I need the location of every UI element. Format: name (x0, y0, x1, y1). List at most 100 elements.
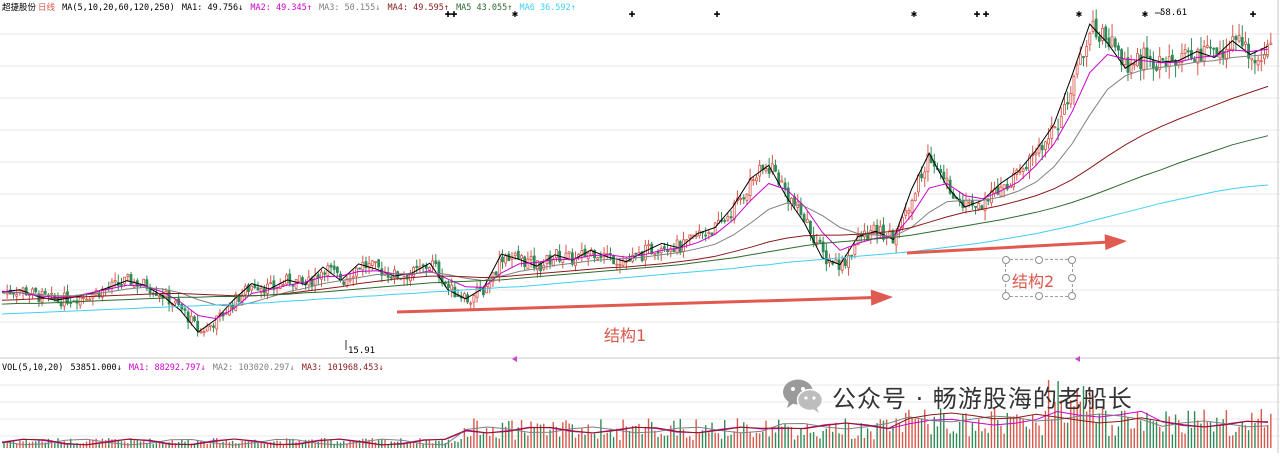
candle-body (1082, 56, 1085, 58)
candle-body (88, 298, 92, 301)
trend-arrow-structure1 (396, 289, 893, 314)
candle-body (434, 260, 438, 265)
candle-body (974, 205, 977, 208)
candle-body (361, 261, 365, 271)
ma-params: MA(5,10,20,60,120,250) (62, 3, 175, 13)
candle-body (1250, 57, 1254, 61)
candle-body (1066, 102, 1070, 105)
candle-body (69, 302, 73, 304)
vol-ma3: MA3: 101968.453↓ (301, 363, 384, 373)
candle-body (567, 251, 571, 254)
candle-body (1231, 36, 1235, 51)
resize-handle[interactable] (1068, 274, 1076, 282)
event-marker: ✚ (974, 10, 981, 19)
structure2-label[interactable]: 结构2 (1012, 268, 1054, 292)
candle-body (609, 253, 612, 255)
candle-body (507, 253, 511, 262)
candle-body (980, 205, 984, 210)
candle-body (472, 295, 476, 303)
candle-body (335, 266, 339, 273)
candle-body (710, 232, 714, 236)
resize-handle[interactable] (1035, 292, 1043, 300)
candle-body (199, 330, 203, 334)
candle-body (374, 261, 377, 264)
candle-body (675, 239, 679, 254)
candle-body (1056, 128, 1060, 131)
resize-handle[interactable] (1068, 292, 1076, 300)
resize-handle[interactable] (1002, 292, 1010, 300)
candle-body (1161, 58, 1165, 61)
candle-body (142, 278, 146, 286)
candle-body (1059, 116, 1063, 128)
candle-body (358, 267, 362, 270)
candle-body (751, 179, 755, 182)
candle-body (428, 267, 431, 271)
price-indicator-header: 超捷股份 日线 MA(5,10,20,60,120,250) MA1: 49.75… (2, 1, 578, 13)
candle-body (964, 199, 968, 207)
candle-body (370, 260, 374, 267)
candle-body (656, 251, 660, 254)
vol-params: VOL(5,10,20) (2, 363, 64, 373)
candle-body (516, 250, 520, 260)
candle-body (415, 265, 419, 269)
resize-handle[interactable] (1068, 256, 1076, 264)
candle-body (758, 164, 762, 177)
ma-line-ma5 (1, 135, 1269, 305)
candle-body (653, 252, 657, 256)
candle-body (1228, 48, 1231, 51)
candle-body (120, 283, 123, 286)
candle-body (529, 256, 533, 261)
candle-body (1171, 54, 1174, 61)
candle-body (1078, 53, 1082, 65)
candle-body (1075, 64, 1079, 75)
period-label[interactable]: 日线 (38, 3, 55, 13)
candle-body (329, 264, 333, 268)
candle-body (818, 239, 822, 243)
candle-body (443, 282, 447, 285)
candle-body (320, 271, 323, 280)
candle-body (1234, 36, 1238, 40)
candle-body (1094, 18, 1098, 38)
candle-body (555, 249, 558, 259)
candle-body (488, 283, 492, 289)
candle-body (501, 256, 504, 263)
candle-body (647, 244, 650, 247)
candle-body (85, 298, 88, 301)
candle-body (1253, 59, 1257, 64)
ma-line-ma2 (1, 48, 1269, 320)
candle-body (450, 284, 454, 291)
candle-body (904, 210, 908, 216)
ma1-value: MA1: 49.756↓ (181, 3, 244, 13)
candle-body (1088, 33, 1092, 46)
candle-body (1034, 152, 1038, 156)
candle-body (596, 257, 600, 260)
event-marker: ✱ (1142, 10, 1149, 19)
resize-handle[interactable] (1002, 274, 1010, 282)
candle-body (43, 291, 47, 294)
candle-body (875, 225, 879, 236)
candle-body (920, 173, 923, 179)
resize-handle[interactable] (1002, 256, 1010, 264)
candle-body (1205, 45, 1209, 48)
candle-body (81, 297, 85, 299)
candle-body (729, 216, 733, 219)
candle-body (291, 284, 295, 287)
candle-body (1117, 45, 1120, 51)
candle-body (843, 259, 847, 266)
candle-body (907, 210, 911, 214)
candle-body (78, 295, 82, 306)
candle-body (342, 281, 346, 285)
candle-body (183, 308, 187, 311)
candle-body (1132, 63, 1136, 66)
resize-handle[interactable] (1035, 256, 1043, 264)
candle-body (485, 286, 489, 294)
structure1-label: 结构1 (604, 326, 647, 345)
candle-body (313, 275, 317, 286)
candle-body (1021, 168, 1025, 172)
candle-body (12, 292, 15, 295)
candle-body (174, 300, 177, 304)
candle-body (764, 168, 768, 172)
candle-body (723, 220, 727, 222)
candle-body (704, 234, 708, 237)
kline-chart[interactable]: ✚ ✚ ✱ ✚ ✚ ✱ ✚ ✚ ✱ ✱ ✚ 超捷股份 日线 MA(5,10,20,60,120,250… (0, 0, 1280, 453)
